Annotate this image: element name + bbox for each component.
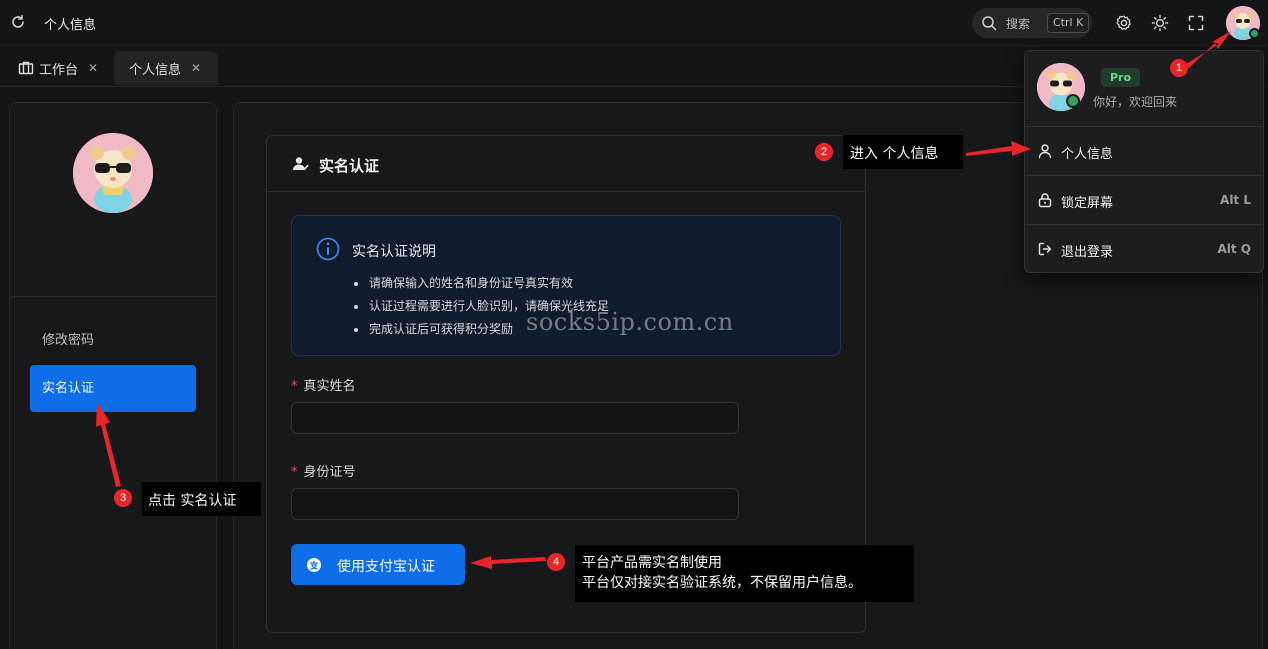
step-marker-3: 3 [114, 489, 132, 507]
alipay-icon [307, 558, 321, 572]
online-status-dot [1249, 28, 1260, 39]
button-label: 使用支付宝认证 [337, 558, 435, 574]
profile-sidebar: 修改密码 实名认证 [9, 102, 217, 649]
fullscreen-icon[interactable] [1187, 14, 1205, 32]
id-label-text: 身份证号 [303, 465, 356, 480]
step-marker-4: 4 [547, 553, 565, 571]
notice-item: 请确保输入的姓名和身份证号真实有效 [352, 272, 609, 295]
search-label: 搜索 [1006, 17, 1031, 31]
sidebar-item-change-password[interactable]: 修改密码 [30, 317, 196, 364]
search-box[interactable]: 搜索 Ctrl K [972, 8, 1092, 38]
dropdown-item-label: 退出登录 [1061, 245, 1114, 260]
profile-avatar [73, 133, 153, 213]
tab-profile[interactable]: 个人信息 ✕ [114, 51, 218, 85]
required-mark: * [291, 465, 298, 480]
close-icon[interactable]: ✕ [88, 61, 98, 75]
step-marker-2: 2 [815, 143, 833, 161]
gear-icon[interactable] [1115, 14, 1133, 32]
online-status-dot [1066, 94, 1080, 108]
user-icon [1038, 144, 1052, 159]
shortcut-hint: Alt Q [1217, 242, 1251, 256]
greeting-text: 你好，欢迎回来 [1093, 95, 1178, 109]
sidebar-item-label: 实名认证 [42, 381, 95, 396]
sidebar-item-real-name[interactable]: 实名认证 [30, 365, 196, 412]
workbench-icon [18, 61, 34, 75]
close-icon[interactable]: ✕ [191, 61, 201, 75]
card-title: 实名认证 [319, 157, 380, 175]
top-header: 个人信息 搜索 Ctrl K [0, 0, 1268, 46]
dropdown-item-logout[interactable]: 退出登录 Alt Q [1025, 225, 1263, 273]
step-marker-1: 1 [1170, 59, 1188, 77]
watermark: socks5ip.com.cn [526, 308, 734, 336]
avatar-illustration-icon [73, 133, 153, 213]
annotation-callout-2: 进入 个人信息 [843, 135, 963, 169]
name-label-text: 真实姓名 [303, 379, 356, 394]
alipay-verify-button[interactable]: 使用支付宝认证 [291, 544, 465, 585]
search-icon [982, 16, 997, 31]
annotation-line: 平台产品需实名制使用 [582, 555, 722, 571]
name-label: * 真实姓名 [291, 375, 356, 394]
id-label: * 身份证号 [291, 461, 356, 480]
tab-workbench[interactable]: 工作台 ✕ [18, 51, 110, 85]
id-number-input[interactable] [291, 488, 739, 520]
tab-label: 个人信息 [129, 62, 182, 78]
real-name-input[interactable] [291, 402, 739, 434]
annotation-line: 平台仅对接实名验证系统，不保留用户信息。 [582, 575, 862, 591]
dropdown-item-profile[interactable]: 个人信息 [1025, 127, 1263, 175]
shortcut-hint: Alt L [1220, 193, 1251, 207]
page-title: 个人信息 [44, 18, 97, 33]
dropdown-item-label: 个人信息 [1061, 147, 1114, 162]
refresh-icon[interactable] [10, 14, 26, 30]
logout-icon [1038, 242, 1052, 256]
dropdown-item-lock-screen[interactable]: 锁定屏幕 Alt L [1025, 176, 1263, 224]
sidebar-item-label: 修改密码 [42, 333, 95, 348]
annotation-callout-4: 平台产品需实名制使用 平台仅对接实名验证系统，不保留用户信息。 [575, 545, 914, 602]
user-dropdown-menu: Pro 你好，欢迎回来 个人信息 锁定屏幕 Alt L 退出登录 Alt Q [1024, 50, 1264, 273]
tab-label: 工作台 [39, 62, 79, 78]
sun-icon[interactable] [1151, 14, 1169, 32]
annotation-callout-3: 点击 实名认证 [142, 482, 261, 516]
lock-icon [1038, 193, 1052, 208]
card-header: 实名认证 [267, 136, 865, 192]
search-shortcut-badge: Ctrl K [1047, 13, 1090, 33]
notice-title: 实名认证说明 [352, 244, 436, 260]
plan-badge: Pro [1101, 68, 1141, 87]
sidebar-divider [10, 296, 216, 297]
required-mark: * [291, 379, 298, 394]
dropdown-item-label: 锁定屏幕 [1061, 196, 1114, 211]
user-check-icon [293, 157, 309, 171]
info-icon [316, 237, 340, 261]
